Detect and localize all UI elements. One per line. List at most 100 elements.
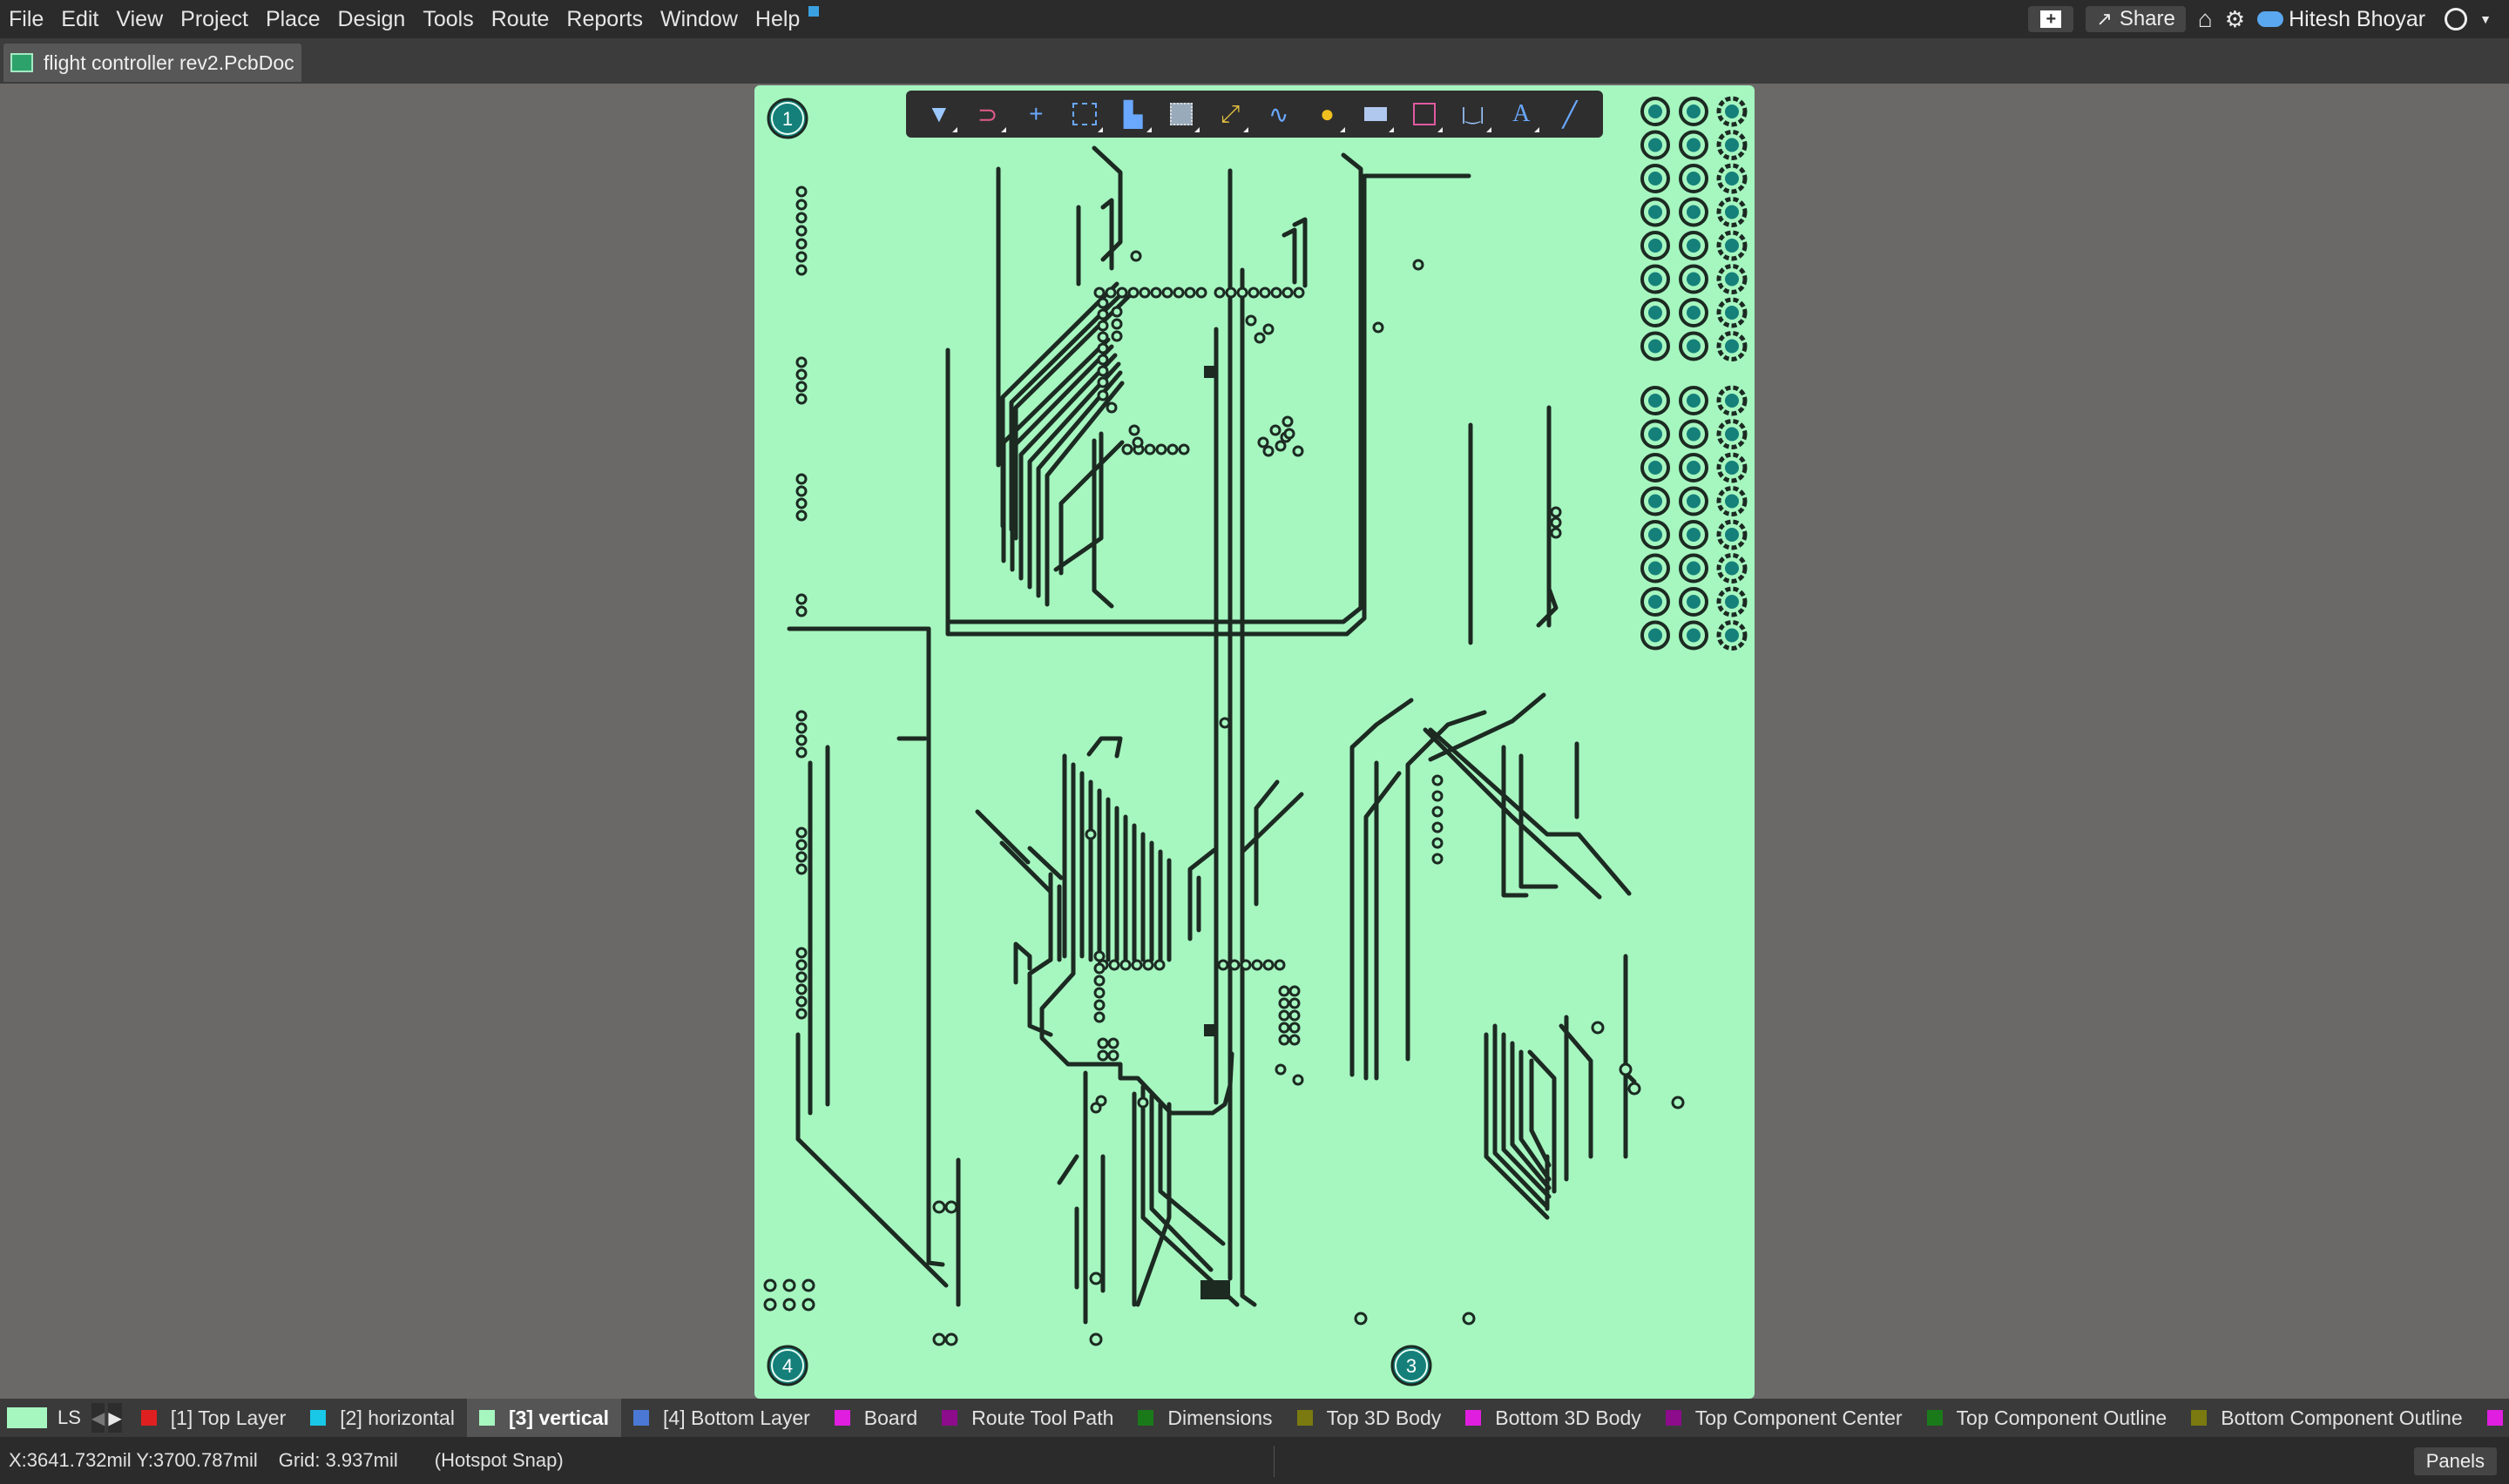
- pad-hole: [1648, 561, 1662, 576]
- via: [1412, 259, 1424, 271]
- line-icon[interactable]: ╱: [1555, 99, 1585, 129]
- pad-hole: [1648, 461, 1662, 475]
- via: [1095, 1095, 1107, 1107]
- layer-tab[interactable]: Dimensions: [1126, 1399, 1284, 1437]
- via-icon[interactable]: [1410, 99, 1443, 132]
- menu-edit[interactable]: Edit: [52, 0, 107, 38]
- layer-next-button[interactable]: ▶: [108, 1403, 122, 1433]
- pad-hole: [1725, 461, 1739, 475]
- menu-window[interactable]: Window: [652, 0, 747, 38]
- pad-hole: [1687, 595, 1701, 609]
- via: [1105, 287, 1117, 299]
- gear-icon[interactable]: ⚙: [2225, 6, 2245, 33]
- select-rect-icon[interactable]: [1070, 99, 1103, 132]
- via: [1550, 527, 1562, 539]
- via: [795, 381, 808, 393]
- fill-icon[interactable]: [1361, 99, 1395, 132]
- layer-tab[interactable]: Board: [822, 1399, 930, 1437]
- via: [1671, 1096, 1685, 1110]
- layer-tab[interactable]: [1] Top Layer: [129, 1399, 299, 1437]
- via: [1150, 287, 1162, 299]
- layer-tab[interactable]: Top Component Outline: [1915, 1399, 2180, 1437]
- layer-tab[interactable]: Top 3D Body: [1285, 1399, 1454, 1437]
- account-icon[interactable]: [2445, 8, 2468, 30]
- layer-tab-label: Top Component Outline: [1956, 1406, 2167, 1429]
- menu-tools[interactable]: Tools: [414, 0, 482, 38]
- layer-tab[interactable]: [2] horizontal: [298, 1399, 467, 1437]
- via: [1097, 354, 1109, 366]
- layer-tab-label: Top 3D Body: [1326, 1406, 1442, 1429]
- via: [1119, 959, 1132, 971]
- share-button[interactable]: ↗ Share: [2086, 6, 2186, 32]
- snap-mode: (Hotspot Snap): [434, 1449, 564, 1471]
- via: [795, 851, 808, 863]
- panels-button[interactable]: Panels: [2413, 1447, 2497, 1475]
- cross-icon[interactable]: +: [1021, 99, 1051, 129]
- via: [1127, 287, 1140, 299]
- menu-reports[interactable]: Reports: [558, 0, 652, 38]
- via: [1431, 853, 1444, 865]
- status-separator: [1274, 1446, 1275, 1477]
- text-icon[interactable]: A: [1506, 99, 1540, 132]
- menu-project[interactable]: Project: [172, 0, 257, 38]
- via: [1431, 821, 1444, 833]
- via: [1278, 997, 1290, 1009]
- via: [795, 251, 808, 263]
- via: [795, 826, 808, 839]
- layer-tab[interactable]: [3] vertical: [466, 1399, 622, 1437]
- pad-hole: [1725, 561, 1739, 576]
- interactive-route-icon[interactable]: ⊃: [973, 99, 1006, 132]
- layer-tab[interactable]: [4] Bottom Layer: [621, 1399, 822, 1437]
- filter-icon[interactable]: ▼: [924, 99, 957, 132]
- add-button[interactable]: +: [2028, 6, 2074, 32]
- layer-prev-button[interactable]: ◀: [91, 1403, 105, 1433]
- menu-bar: File Edit View Project Place Design Tool…: [0, 0, 2509, 38]
- pad-hole: [1648, 494, 1662, 509]
- via: [1107, 1049, 1119, 1062]
- layer-tab[interactable]: Top Component Center: [1654, 1399, 1915, 1437]
- menu-place[interactable]: Place: [257, 0, 329, 38]
- via: [1093, 975, 1106, 987]
- pcb-artwork: 1 4 3: [763, 96, 1748, 1386]
- via: [795, 497, 808, 509]
- via: [1111, 306, 1123, 318]
- layer-tab[interactable]: Route Tool Path: [930, 1399, 1126, 1437]
- layer-set-control[interactable]: LS: [0, 1399, 88, 1437]
- menu-help[interactable]: Help: [747, 0, 808, 38]
- via: [1288, 1009, 1301, 1022]
- component-pad: [1204, 1024, 1216, 1036]
- share-label: Share: [2119, 7, 2175, 30]
- layer-tab[interactable]: Bottom Component Outline: [2179, 1399, 2474, 1437]
- net-icon[interactable]: ●: [1312, 99, 1346, 132]
- chevron-down-icon[interactable]: ▼: [2479, 12, 2492, 26]
- diff-pair-icon[interactable]: ∿: [1264, 99, 1294, 129]
- via: [1270, 287, 1282, 299]
- user-name[interactable]: Hitesh Bhoyar: [2289, 7, 2425, 32]
- pcb-board[interactable]: 1 4 3: [754, 85, 1755, 1399]
- pad-hole: [1687, 205, 1701, 219]
- document-tab[interactable]: flight controller rev2.PcbDoc: [3, 44, 301, 82]
- via: [944, 1200, 958, 1214]
- align-icon[interactable]: ▙: [1119, 99, 1152, 132]
- multi-route-icon[interactable]: ⤢: [1215, 99, 1249, 132]
- menu-design[interactable]: Design: [329, 0, 415, 38]
- via: [782, 1278, 796, 1292]
- via: [1251, 959, 1263, 971]
- layer-tab[interactable]: Bottom 3D Body: [1453, 1399, 1653, 1437]
- menu-file[interactable]: File: [0, 0, 52, 38]
- layer-tab[interactable]: Top: [2475, 1399, 2509, 1437]
- component-icon[interactable]: [1167, 99, 1200, 132]
- via: [795, 264, 808, 276]
- via: [1254, 332, 1266, 344]
- menu-route[interactable]: Route: [483, 0, 558, 38]
- via: [1097, 342, 1109, 354]
- menu-view[interactable]: View: [107, 0, 172, 38]
- pad-hole: [1648, 272, 1662, 287]
- dimension-icon[interactable]: |‿|: [1458, 99, 1491, 132]
- home-icon[interactable]: ⌂: [2198, 5, 2213, 33]
- via: [1137, 1096, 1149, 1109]
- layer-color-swatch: [1296, 1410, 1313, 1426]
- status-bar: X:3641.732mil Y:3700.787mil Grid: 3.937m…: [0, 1437, 2509, 1484]
- pad-hole: [1725, 528, 1739, 542]
- via: [795, 746, 808, 759]
